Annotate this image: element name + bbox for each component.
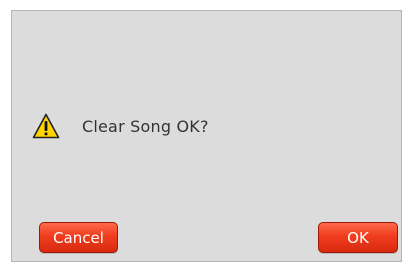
ok-button[interactable]: OK (318, 222, 398, 253)
cancel-button[interactable]: Cancel (39, 222, 118, 253)
message-row: Clear Song OK? (32, 112, 209, 140)
warning-triangle-icon (32, 113, 60, 139)
confirm-message: Clear Song OK? (82, 116, 209, 136)
confirm-dialog: Clear Song OK? Cancel OK (11, 10, 402, 262)
